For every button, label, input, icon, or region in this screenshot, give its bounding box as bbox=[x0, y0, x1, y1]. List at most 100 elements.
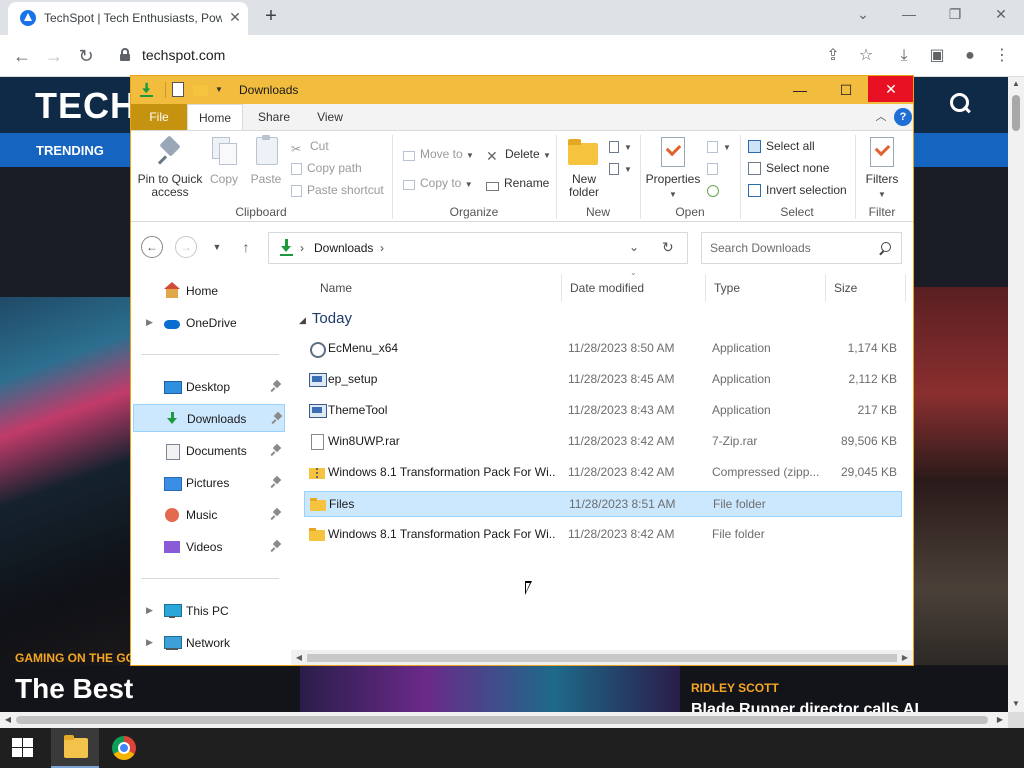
paste-shortcut-button[interactable]: Paste shortcut bbox=[291, 181, 384, 199]
file-row[interactable]: Win8UWP.rar 11/28/2023 8:42 AM 7-Zip.rar… bbox=[304, 429, 902, 455]
new-folder-quick-icon[interactable] bbox=[193, 85, 208, 96]
scroll-right-arrow-icon[interactable]: ▶ bbox=[897, 650, 913, 665]
bookmark-star-icon[interactable]: ☆ bbox=[853, 43, 879, 69]
sidebar-item-onedrive[interactable]: ▶ OneDrive bbox=[133, 309, 285, 337]
group-header-today[interactable]: ◢ Today bbox=[299, 310, 352, 327]
rename-button[interactable]: Rename bbox=[486, 174, 549, 192]
article-image-right[interactable] bbox=[914, 287, 1008, 712]
sidebar-item-home[interactable]: Home bbox=[133, 277, 285, 305]
side-panel-icon[interactable]: ▣ bbox=[924, 43, 950, 69]
collapse-ribbon-chevron-icon[interactable]: ︿ bbox=[872, 108, 890, 126]
search-input[interactable]: Search Downloads bbox=[701, 232, 902, 264]
help-icon[interactable]: ? bbox=[894, 108, 912, 126]
new-item-button[interactable]: ▼ bbox=[609, 137, 632, 155]
article-image-middle[interactable] bbox=[300, 665, 680, 712]
article-category-tag[interactable]: RIDLEY SCOTT bbox=[691, 681, 779, 695]
sidebar-item-this-pc[interactable]: ▶ This PC bbox=[133, 597, 285, 625]
filters-button[interactable]: Filters ▼ bbox=[861, 135, 903, 200]
pin-to-quick-access-button[interactable]: Pin to Quick access bbox=[137, 135, 203, 199]
new-folder-button[interactable]: New folder bbox=[563, 135, 605, 199]
search-icon[interactable] bbox=[878, 242, 892, 256]
profile-avatar-icon[interactable]: ● bbox=[957, 43, 983, 69]
downloads-icon[interactable]: ⤓ bbox=[891, 43, 917, 69]
open-button[interactable]: ▼ bbox=[707, 137, 731, 155]
address-bar[interactable]: techspot.com bbox=[108, 41, 758, 71]
article-image-left[interactable] bbox=[0, 297, 132, 712]
windows-start-icon[interactable] bbox=[12, 738, 34, 758]
taskbar-chrome-button[interactable] bbox=[100, 728, 148, 768]
properties-button[interactable]: Properties ▼ bbox=[645, 135, 701, 200]
copy-to-button[interactable]: Copy to ▼ bbox=[403, 174, 473, 192]
expand-chevron-icon[interactable]: ▶ bbox=[146, 605, 153, 616]
browser-minimize-button[interactable]: — bbox=[894, 3, 924, 25]
file-row[interactable]: Windows 8.1 Transformation Pack For Wi..… bbox=[304, 522, 902, 548]
column-header-name[interactable]: Name bbox=[312, 274, 562, 302]
column-header-type[interactable]: Type bbox=[706, 274, 826, 302]
breadcrumb-chevron-icon[interactable]: › bbox=[300, 241, 304, 255]
browser-close-button[interactable]: ✕ bbox=[986, 3, 1016, 25]
select-all-button[interactable]: Select all bbox=[748, 137, 815, 155]
file-row[interactable]: ep_setup 11/28/2023 8:45 AM Application … bbox=[304, 367, 902, 393]
tab-home[interactable]: Home bbox=[187, 104, 243, 130]
sidebar-item-downloads[interactable]: Downloads bbox=[133, 404, 285, 432]
browser-tab-techspot[interactable]: TechSpot | Tech Enthusiasts, Pow ✕ bbox=[8, 2, 248, 35]
scrollbar-thumb[interactable] bbox=[307, 654, 897, 662]
browser-restore-button[interactable]: ❐ bbox=[940, 3, 970, 25]
file-row[interactable]: Windows 8.1 Transformation Pack For Wi..… bbox=[304, 460, 902, 486]
tab-share[interactable]: Share bbox=[246, 104, 302, 130]
sidebar-item-desktop[interactable]: Desktop bbox=[133, 373, 285, 401]
scrollbar-thumb[interactable] bbox=[16, 716, 988, 724]
copy-button[interactable]: Copy bbox=[205, 135, 243, 186]
menu-kebab-icon[interactable]: ⋮ bbox=[989, 43, 1015, 69]
sidebar-item-music[interactable]: Music bbox=[133, 501, 285, 529]
page-horizontal-scrollbar[interactable]: ◀ ▶ bbox=[0, 712, 1008, 728]
recent-locations-chevron-down-icon[interactable]: ▼ bbox=[206, 236, 228, 258]
forward-arrow-icon[interactable]: → bbox=[175, 236, 197, 258]
delete-button[interactable]: ✕ Delete ▼ bbox=[486, 145, 551, 164]
explorer-title-bar[interactable]: ▼ Downloads — ☐ ✕ bbox=[131, 76, 913, 104]
file-row[interactable]: ThemeTool 11/28/2023 8:43 AM Application… bbox=[304, 398, 902, 424]
refresh-icon[interactable]: ↻ bbox=[662, 239, 674, 256]
sidebar-item-network[interactable]: ▶ Network bbox=[133, 629, 285, 657]
edit-button[interactable] bbox=[707, 159, 723, 177]
explorer-maximize-button[interactable]: ☐ bbox=[823, 78, 869, 102]
explorer-address-bar[interactable]: › Downloads › ⌄ ↻ bbox=[268, 232, 688, 264]
breadcrumb-downloads[interactable]: Downloads bbox=[314, 241, 373, 255]
customize-quick-access-dropdown-icon[interactable]: ▼ bbox=[215, 82, 231, 98]
article-title[interactable]: The Best bbox=[15, 673, 133, 705]
url-text[interactable]: techspot.com bbox=[142, 47, 225, 63]
column-header-size[interactable]: Size bbox=[826, 274, 906, 302]
expand-chevron-icon[interactable]: ▶ bbox=[146, 317, 153, 328]
breadcrumb-chevron-icon[interactable]: › bbox=[380, 241, 384, 255]
scroll-left-arrow-icon[interactable]: ◀ bbox=[0, 712, 16, 728]
invert-selection-button[interactable]: Invert selection bbox=[748, 181, 847, 199]
site-logo[interactable]: TECH bbox=[35, 85, 137, 127]
scroll-left-arrow-icon[interactable]: ◀ bbox=[291, 650, 307, 665]
close-tab-icon[interactable]: ✕ bbox=[226, 8, 244, 26]
address-history-chevron-down-icon[interactable]: ⌄ bbox=[629, 240, 639, 254]
expand-chevron-icon[interactable]: ▶ bbox=[146, 637, 153, 648]
file-list-horizontal-scrollbar[interactable]: ◀ ▶ bbox=[291, 650, 913, 665]
properties-quick-icon[interactable] bbox=[172, 82, 184, 97]
share-icon[interactable]: ⇪ bbox=[820, 43, 846, 69]
scroll-right-arrow-icon[interactable]: ▶ bbox=[992, 712, 1008, 728]
reload-icon[interactable]: ↻ bbox=[73, 43, 99, 69]
back-arrow-icon[interactable]: ← bbox=[9, 43, 35, 69]
collapse-group-triangle-icon[interactable]: ◢ bbox=[299, 315, 306, 325]
trending-link[interactable]: TRENDING bbox=[36, 143, 104, 158]
column-header-date-modified[interactable]: Date modified bbox=[562, 274, 706, 302]
article-category-tag[interactable]: GAMING ON THE GO bbox=[15, 651, 135, 665]
explorer-close-button[interactable]: ✕ bbox=[868, 76, 913, 102]
site-search-icon[interactable] bbox=[948, 91, 972, 115]
tab-search-dropdown-icon[interactable]: ⌄ bbox=[848, 3, 878, 25]
copy-path-button[interactable]: Copy path bbox=[291, 159, 362, 177]
paste-button[interactable]: Paste bbox=[247, 135, 285, 186]
scroll-down-arrow-icon[interactable]: ▼ bbox=[1008, 697, 1024, 711]
easy-access-button[interactable]: ▼ bbox=[609, 159, 632, 177]
history-button[interactable] bbox=[707, 181, 724, 199]
scrollbar-thumb[interactable] bbox=[1012, 95, 1020, 131]
taskbar-file-explorer-button[interactable] bbox=[51, 728, 99, 768]
scroll-up-arrow-icon[interactable]: ▲ bbox=[1008, 77, 1024, 91]
back-arrow-icon[interactable]: ← bbox=[141, 236, 163, 258]
article-title[interactable]: Blade Runner director calls AI bbox=[691, 701, 919, 712]
